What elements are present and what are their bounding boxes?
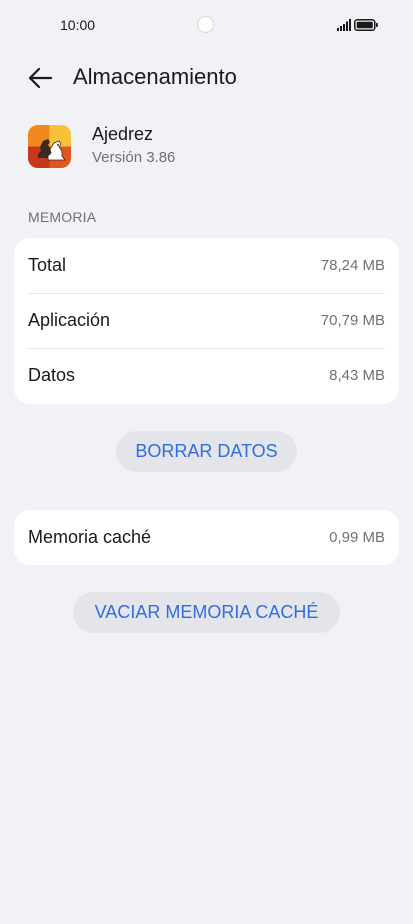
memory-card: Total 78,24 MB Aplicación 70,79 MB Datos… <box>14 238 399 404</box>
back-button[interactable] <box>22 62 58 94</box>
cache-card: Memoria caché 0,99 MB <box>14 510 399 565</box>
app-info: Ajedrez Versión 3.86 <box>28 122 385 172</box>
memory-row-app: Aplicación 70,79 MB <box>14 293 399 348</box>
row-label: Memoria caché <box>28 527 152 547</box>
app-name: Ajedrez <box>92 124 154 144</box>
section-label-memory: MEMORIA <box>28 209 97 225</box>
memory-row-total: Total 78,24 MB <box>14 238 399 293</box>
status-bar: 10:00 <box>0 0 413 50</box>
camera-cutout <box>197 16 214 33</box>
clear-data-button[interactable]: BORRAR DATOS <box>116 431 297 472</box>
row-value: 70,79 MB <box>320 312 385 329</box>
row-label: Total <box>28 255 67 275</box>
signal-icon <box>337 19 351 31</box>
row-value: 78,24 MB <box>320 257 385 274</box>
status-time: 10:00 <box>60 17 96 33</box>
page-title: Almacenamiento <box>73 64 237 89</box>
chess-app-icon <box>28 125 71 168</box>
row-label: Aplicación <box>28 310 111 330</box>
arrow-left-icon <box>28 67 53 89</box>
row-label: Datos <box>28 365 76 385</box>
memory-row-data: Datos 8,43 MB <box>14 348 399 403</box>
row-value: 8,43 MB <box>329 367 385 384</box>
battery-icon <box>354 19 378 31</box>
clear-cache-button[interactable]: VACIAR MEMORIA CACHÉ <box>73 592 340 633</box>
cache-row: Memoria caché 0,99 MB <box>14 510 399 565</box>
app-version: Versión 3.86 <box>92 149 176 166</box>
app-bar: Almacenamiento <box>0 56 413 100</box>
row-value: 0,99 MB <box>329 529 385 546</box>
